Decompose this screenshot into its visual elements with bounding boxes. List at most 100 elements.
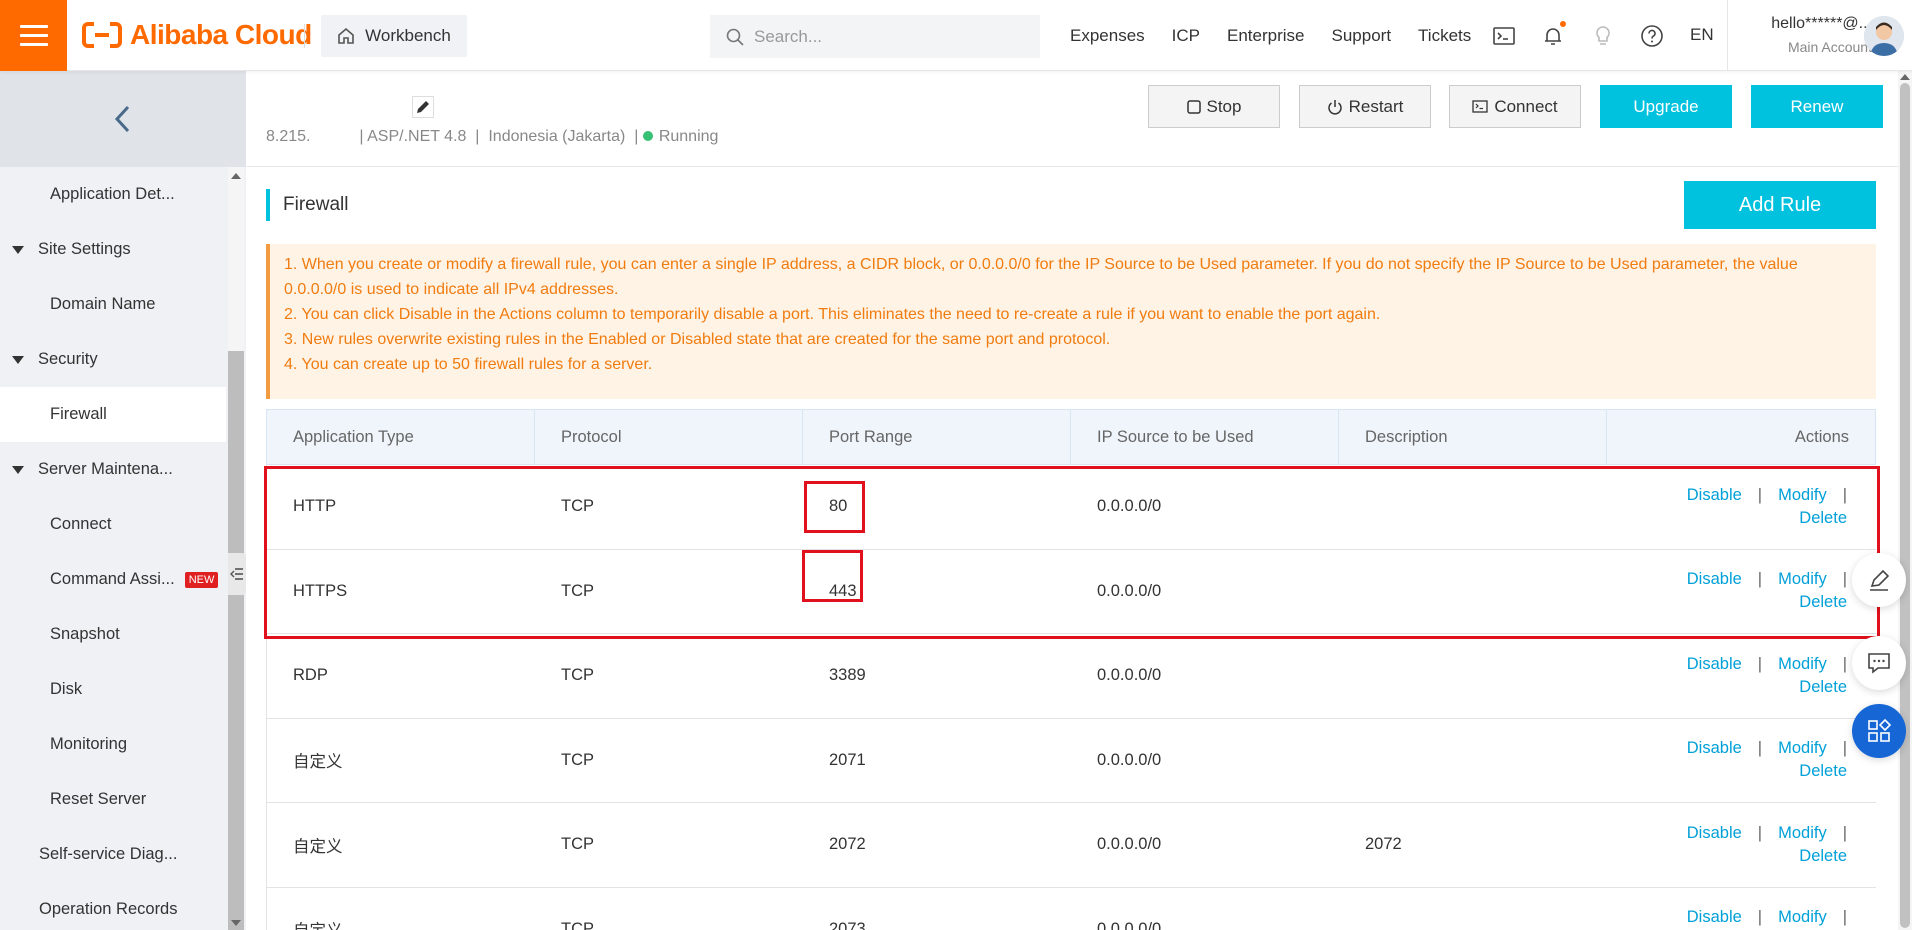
cell-port-range: 443: [829, 581, 857, 600]
cell-application-type: RDP: [293, 666, 328, 685]
cell-port-range: 3389: [829, 666, 866, 685]
scroll-up-arrow-icon[interactable]: [1900, 74, 1910, 80]
server-meta: 8.215. | ASP/.NET 4.8 | Indonesia (Jakar…: [266, 128, 718, 146]
sidebar-scrollbar[interactable]: [228, 167, 244, 930]
scrollbar-thumb[interactable]: [228, 351, 244, 930]
chat-button[interactable]: [1852, 636, 1906, 690]
sidebar-item-operation-records[interactable]: Operation Records: [0, 882, 226, 930]
nav-icp[interactable]: ICP: [1172, 26, 1200, 46]
hamburger-menu-button[interactable]: [0, 0, 67, 71]
column-description: Description: [1339, 410, 1607, 464]
nav-enterprise[interactable]: Enterprise: [1227, 26, 1304, 46]
cell-actions: Disable|Modify|Delete: [1607, 719, 1875, 803]
sidebar-menu: Application Det... Site Settings Domain …: [0, 167, 226, 930]
add-rule-button[interactable]: Add Rule: [1684, 181, 1876, 229]
alibaba-cloud-logo[interactable]: Alibaba Cloud: [82, 16, 312, 54]
separator: |: [1842, 570, 1847, 589]
scroll-down-arrow-icon[interactable]: [231, 920, 241, 926]
sidebar-item-command-assistant[interactable]: Command Assi... NEW: [0, 552, 226, 607]
sidebar-toggle-handle[interactable]: [228, 553, 246, 595]
sidebar-item-reset-server[interactable]: Reset Server: [0, 772, 226, 827]
cell-actions: Disable|Modify|Delete: [1607, 803, 1875, 887]
sidebar-item-connect[interactable]: Connect: [0, 497, 226, 552]
language-switch[interactable]: EN: [1690, 25, 1714, 45]
notice-line: 1. When you create or modify a firewall …: [284, 256, 1798, 298]
separator: |: [1842, 654, 1847, 673]
renew-label: Renew: [1790, 96, 1844, 116]
terminal-icon[interactable]: [1492, 24, 1516, 48]
sidebar-item-label: Disk: [50, 680, 83, 698]
sidebar-item-domain-name[interactable]: Domain Name: [0, 277, 226, 332]
connect-button[interactable]: Connect: [1449, 85, 1581, 128]
disable-link[interactable]: Disable: [1687, 908, 1742, 927]
cell-actions: Disable|Modify|Delete: [1607, 465, 1875, 549]
sidebar-item-application-details[interactable]: Application Det...: [0, 167, 226, 222]
table-header: Application Type Protocol Port Range IP …: [266, 409, 1876, 465]
help-icon[interactable]: [1640, 24, 1664, 48]
modify-link[interactable]: Modify: [1778, 570, 1827, 589]
cell-description: [1339, 888, 1607, 930]
lightbulb-icon[interactable]: [1591, 24, 1615, 48]
cell-port-range: 2072: [829, 835, 866, 854]
sidebar-group-site-settings[interactable]: Site Settings: [0, 222, 226, 277]
sidebar-group-security[interactable]: Security: [0, 332, 226, 387]
cell-application-type: 自定义: [267, 888, 535, 930]
hamburger-icon-bar: [20, 43, 48, 46]
cell-actions: Disable|Modify|Delete: [1607, 888, 1875, 930]
scrollbar-thumb[interactable]: [1900, 83, 1910, 928]
modify-link[interactable]: Modify: [1778, 908, 1827, 927]
app-root: Alibaba Cloud Workbench Expenses ICP Ent…: [0, 0, 1912, 930]
delete-link[interactable]: Delete: [1799, 593, 1847, 612]
apps-button[interactable]: [1852, 704, 1906, 758]
disable-link[interactable]: Disable: [1687, 739, 1742, 758]
cell-ip-source: 0.0.0.0/0: [1097, 666, 1162, 685]
sidebar-item-firewall[interactable]: Firewall: [0, 387, 226, 442]
stop-button[interactable]: Stop: [1148, 85, 1280, 128]
stop-label: Stop: [1206, 96, 1242, 116]
search-input[interactable]: [754, 26, 1014, 47]
delete-link[interactable]: Delete: [1799, 678, 1847, 697]
sidebar-group-server-maintenance[interactable]: Server Maintena...: [0, 442, 226, 497]
separator: |: [1757, 485, 1763, 504]
notification-bell-icon[interactable]: [1541, 21, 1566, 48]
feedback-edit-button[interactable]: [1852, 553, 1906, 607]
renew-button[interactable]: Renew: [1751, 85, 1883, 128]
pencil-icon: [412, 96, 434, 118]
table-row: RDP TCP 3389 0.0.0.0/0 Disable | Modify | Delete: [266, 634, 1876, 719]
sidebar-item-self-service-diagnosis[interactable]: Self-service Diag...: [0, 827, 226, 882]
sidebar-item-disk[interactable]: Disk: [0, 662, 226, 717]
nav-tickets[interactable]: Tickets: [1418, 26, 1471, 46]
chat-icon: [1868, 653, 1890, 674]
disable-link[interactable]: Disable: [1687, 570, 1742, 589]
delete-link[interactable]: Delete: [1799, 509, 1847, 528]
restart-button[interactable]: Restart: [1299, 85, 1431, 128]
delete-link[interactable]: Delete: [1799, 762, 1847, 781]
nav-support[interactable]: Support: [1332, 26, 1392, 46]
main-scrollbar[interactable]: [1898, 71, 1912, 930]
delete-link[interactable]: Delete: [1799, 847, 1847, 866]
modify-link[interactable]: Modify: [1778, 655, 1827, 674]
edit-server-name-icon[interactable]: [412, 96, 434, 118]
avatar[interactable]: [1864, 16, 1904, 56]
caret-down-icon: [12, 355, 24, 364]
sidebar: Application Det... Site Settings Domain …: [0, 71, 246, 930]
nav-expenses[interactable]: Expenses: [1070, 26, 1145, 46]
sidebar-item-monitoring[interactable]: Monitoring: [0, 717, 226, 772]
sidebar-item-label: Connect: [50, 515, 112, 533]
restart-label: Restart: [1348, 96, 1404, 116]
separator: |: [1842, 908, 1847, 927]
upgrade-button[interactable]: Upgrade: [1600, 85, 1732, 128]
sidebar-item-snapshot[interactable]: Snapshot: [0, 607, 226, 662]
disable-link[interactable]: Disable: [1687, 655, 1742, 674]
cell-application-type: HTTP: [293, 497, 337, 516]
back-button[interactable]: [0, 71, 246, 167]
account-menu[interactable]: hello******@... Main Account: [1742, 15, 1872, 55]
modify-link[interactable]: Modify: [1778, 486, 1827, 505]
cell-port-range: 2071: [829, 750, 866, 769]
scroll-up-arrow-icon[interactable]: [231, 173, 241, 179]
workbench-button[interactable]: Workbench: [321, 15, 467, 57]
disable-link[interactable]: Disable: [1687, 824, 1742, 843]
disable-link[interactable]: Disable: [1687, 486, 1742, 505]
modify-link[interactable]: Modify: [1778, 739, 1827, 758]
modify-link[interactable]: Modify: [1778, 824, 1827, 843]
